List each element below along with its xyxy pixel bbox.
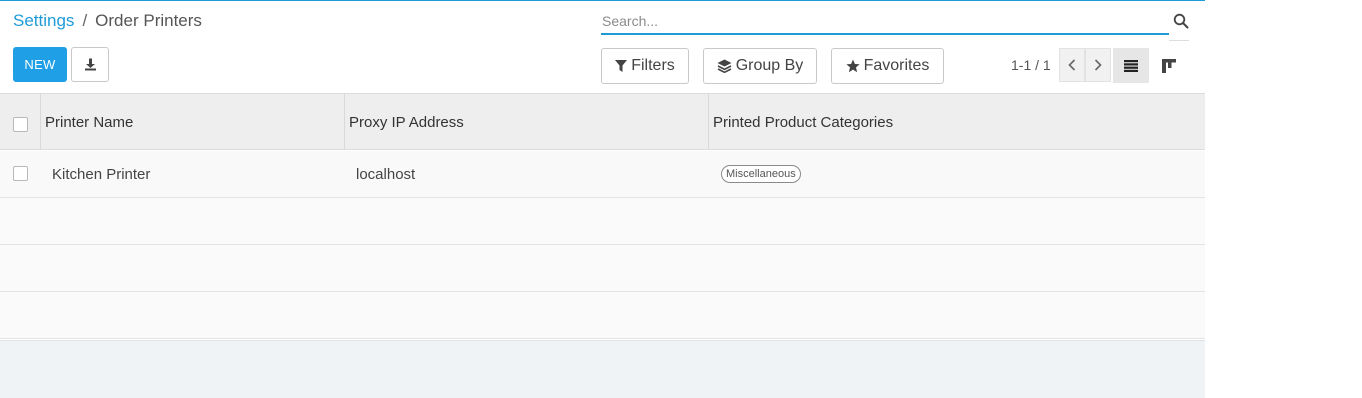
search-icon[interactable] xyxy=(1173,13,1189,29)
favorites-label: Favorites xyxy=(863,57,930,74)
star-icon xyxy=(845,59,860,73)
table-header: Printer Name Proxy IP Address Printed Pr… xyxy=(0,93,1205,150)
group-by-button[interactable]: Group By xyxy=(703,48,817,84)
cell-printer-name: Kitchen Printer xyxy=(52,165,151,183)
list-view-icon xyxy=(1124,59,1138,72)
empty-row xyxy=(0,245,1205,292)
pager-next-button[interactable] xyxy=(1085,48,1111,82)
pager-value[interactable]: 1-1 / 1 xyxy=(1011,57,1051,73)
filters-button[interactable]: Filters xyxy=(601,48,689,84)
kanban-view-button[interactable] xyxy=(1151,48,1187,83)
cell-categories: Miscellaneous xyxy=(721,151,801,197)
new-button[interactable]: NEW xyxy=(13,47,67,82)
download-icon xyxy=(84,58,96,71)
empty-row xyxy=(0,198,1205,245)
breadcrumb-settings-link[interactable]: Settings xyxy=(13,11,74,31)
search-divider xyxy=(1169,40,1189,41)
download-button[interactable] xyxy=(71,47,109,82)
page-title: Order Printers xyxy=(95,11,202,30)
kanban-view-icon xyxy=(1162,58,1176,73)
category-tag: Miscellaneous xyxy=(721,165,801,183)
favorites-button[interactable]: Favorites xyxy=(831,48,944,84)
group-by-label: Group By xyxy=(735,57,804,74)
chevron-left-icon xyxy=(1068,59,1076,71)
pager-previous-button[interactable] xyxy=(1059,48,1085,82)
breadcrumb: Settings / Order Printers xyxy=(13,11,202,31)
list-view-button[interactable] xyxy=(1113,48,1149,83)
cell-proxy-ip: localhost xyxy=(356,165,416,183)
column-header-categories[interactable]: Printed Product Categories xyxy=(708,94,1205,150)
column-header-proxy-ip[interactable]: Proxy IP Address xyxy=(344,94,708,150)
search-input[interactable] xyxy=(601,9,1169,33)
empty-row xyxy=(0,292,1205,339)
layers-icon xyxy=(717,59,732,73)
chevron-right-icon xyxy=(1094,59,1102,71)
breadcrumb-separator: / xyxy=(82,11,88,30)
search-bar xyxy=(601,9,1169,35)
filters-label: Filters xyxy=(631,57,675,74)
blank-side-panel xyxy=(1205,0,1362,398)
row-checkbox[interactable] xyxy=(13,166,28,181)
column-header-printer-name[interactable]: Printer Name xyxy=(40,94,344,150)
list-footer xyxy=(0,340,1205,398)
app-main: Settings / Order Printers NEW Filters Gr… xyxy=(0,0,1205,398)
filter-icon xyxy=(615,59,628,72)
table-row[interactable]: Kitchen Printer localhost Miscellaneous xyxy=(0,151,1205,198)
select-all-checkbox[interactable] xyxy=(13,117,28,132)
